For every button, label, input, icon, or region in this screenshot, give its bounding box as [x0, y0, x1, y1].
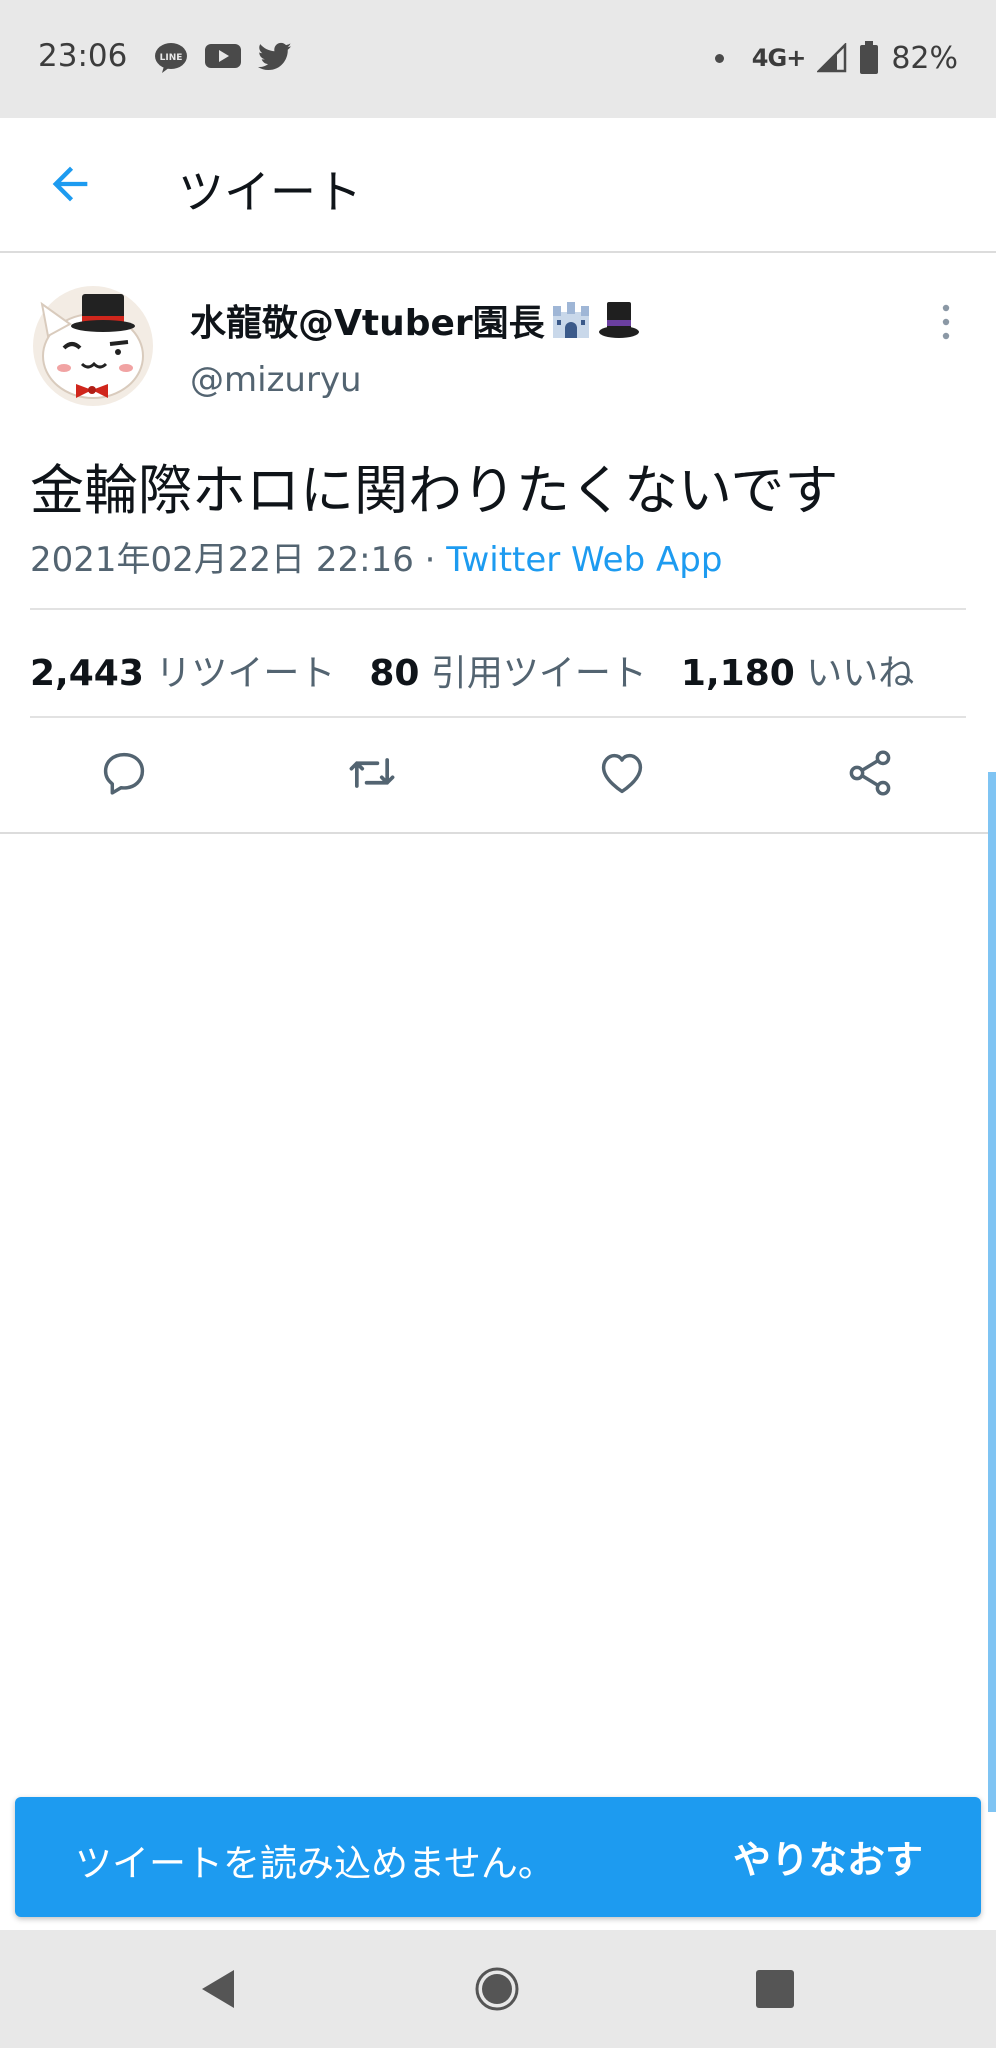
castle-emoji-icon — [552, 302, 589, 338]
status-time: 23:06 — [38, 38, 128, 74]
retweet-icon[interactable] — [346, 747, 398, 799]
status-right: 4G+ 82% — [714, 38, 958, 78]
signal-icon — [817, 43, 847, 73]
svg-text:LINE: LINE — [160, 53, 183, 63]
likes-count: 1,180 — [680, 653, 795, 694]
avatar[interactable] — [30, 278, 156, 408]
battery-icon — [860, 41, 879, 74]
tweet-stats: 2,443 リツイート 80 引用ツイート 1,180 いいね — [30, 644, 914, 696]
nav-recents-icon[interactable] — [752, 1966, 798, 2012]
error-snackbar: ツイートを読み込めません。 やりなおす — [15, 1797, 981, 1917]
divider — [30, 716, 966, 718]
likes-stat[interactable]: 1,180 いいね — [681, 644, 914, 696]
quotes-stat[interactable]: 80 引用ツイート — [369, 644, 647, 696]
snackbar-message: ツイートを読み込めません。 — [75, 1842, 555, 1885]
line-icon: LINE — [155, 43, 187, 73]
top-app-bar: ツイート — [0, 118, 996, 253]
scrollbar[interactable] — [988, 772, 996, 1812]
twitter-icon — [258, 42, 292, 71]
status-bar: 23:06 LINE 4G+ 82% — [0, 0, 996, 118]
nav-back-icon[interactable] — [196, 1966, 242, 2012]
nav-home-icon[interactable] — [474, 1966, 520, 2012]
meta-separator: · — [413, 540, 447, 580]
system-nav-bar — [0, 1930, 996, 2048]
tweet-client-link[interactable]: Twitter Web App — [446, 540, 722, 580]
divider — [30, 608, 966, 610]
divider — [0, 832, 996, 834]
more-options-icon[interactable] — [934, 302, 958, 342]
tweet-text: 金輪際ホロに関わりたくないです — [30, 459, 839, 522]
retweets-count: 2,443 — [30, 653, 144, 694]
retweets-stat[interactable]: 2,443 リツイート — [30, 644, 335, 696]
tweet-actions — [0, 745, 996, 805]
page-title: ツイート — [178, 165, 362, 219]
user-handle[interactable]: @mizuryu — [190, 360, 362, 400]
display-name[interactable]: 水龍敬@Vtuber園長 — [190, 294, 641, 346]
notification-dot-icon — [714, 53, 724, 63]
like-heart-icon[interactable] — [596, 747, 648, 799]
retweets-label: リツイート — [155, 653, 336, 694]
youtube-icon — [205, 44, 241, 68]
retry-button[interactable]: やりなおす — [733, 1829, 923, 1884]
battery-percent: 82% — [891, 40, 958, 76]
share-icon[interactable] — [844, 747, 896, 799]
likes-label: いいね — [806, 653, 915, 694]
back-arrow-icon[interactable] — [44, 158, 96, 210]
network-type: 4G+ — [751, 44, 807, 72]
display-name-text: 水龍敬@Vtuber園長 — [190, 303, 545, 344]
tweet-timestamp: 2021年02月22日 22:16 — [30, 540, 414, 580]
top-hat-emoji-icon — [598, 302, 639, 338]
quotes-label: 引用ツイート — [430, 653, 647, 694]
quotes-count: 80 — [369, 653, 420, 694]
tweet-meta: 2021年02月22日 22:16 · Twitter Web App — [30, 532, 722, 581]
reply-icon[interactable] — [98, 747, 150, 799]
